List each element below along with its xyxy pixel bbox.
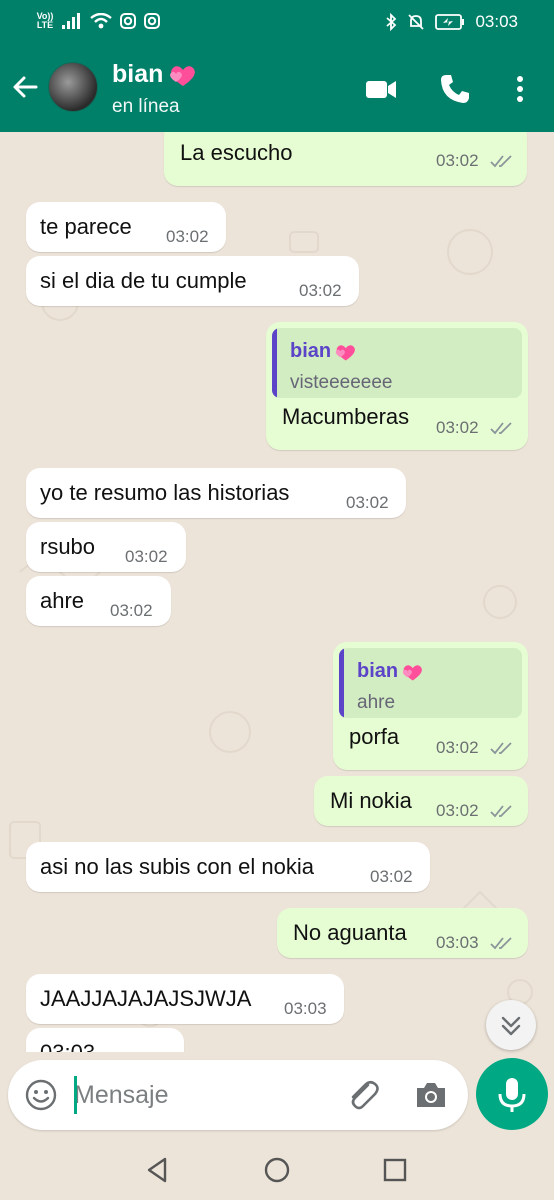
- quote-text: visteeeeeee: [290, 372, 393, 393]
- message-text: La escucho: [180, 140, 293, 165]
- message-input[interactable]: [74, 1074, 334, 1116]
- heart-emoji-icon: [170, 65, 196, 86]
- status-bar: Vo)) LTE 03:03: [0, 0, 554, 46]
- mute-bell-icon: [408, 14, 425, 30]
- message-time: 03:02: [436, 738, 479, 757]
- message-text: JAAJJAJAJAJSJWJA: [40, 986, 252, 1011]
- voice-message-button[interactable]: [476, 1058, 548, 1130]
- contact-name[interactable]: bian: [112, 60, 197, 89]
- status-bar-left: Vo)) LTE: [36, 12, 160, 30]
- message-text: ahre: [40, 588, 85, 613]
- system-navigation-bar: [0, 1140, 554, 1200]
- attach-icon[interactable]: [344, 1076, 382, 1114]
- read-ticks-icon: [490, 937, 512, 950]
- instagram-icon: [120, 13, 136, 29]
- video-call-icon[interactable]: [364, 72, 398, 106]
- message-time: 03:02: [346, 493, 389, 512]
- message-text: 03:03: [40, 1040, 95, 1052]
- contact-status: en línea: [112, 96, 180, 117]
- mic-icon: [498, 1078, 526, 1112]
- quoted-message[interactable]: bian visteeeeeee: [272, 328, 522, 398]
- camera-icon[interactable]: [412, 1076, 450, 1114]
- phone-icon[interactable]: [438, 72, 472, 106]
- instagram-icon: [144, 13, 160, 29]
- quote-bar: [339, 648, 344, 718]
- scroll-to-bottom-button[interactable]: [486, 1000, 536, 1050]
- read-ticks-icon: [490, 422, 512, 435]
- wifi-icon: [90, 13, 112, 29]
- message-text: te parece: [40, 214, 132, 239]
- message-text: porfa: [349, 724, 400, 749]
- message-time: 03:03: [436, 933, 479, 952]
- quote-bar: [272, 328, 277, 398]
- message-bubble[interactable]: si el dia de tu cumple 03:02: [26, 256, 359, 306]
- message-bubble[interactable]: Mi nokia 03:02: [314, 776, 528, 826]
- nav-back-icon[interactable]: [143, 1155, 173, 1185]
- message-text: No aguanta: [293, 920, 407, 945]
- chat-header: Vo)) LTE 03:03 bian en línea: [0, 0, 554, 132]
- message-time: 03:02: [436, 151, 479, 170]
- scroll-down-icon: [501, 1016, 521, 1036]
- bluetooth-icon: [386, 13, 397, 31]
- lte-label: LTE: [36, 20, 54, 30]
- read-ticks-icon: [490, 742, 512, 755]
- back-arrow-icon[interactable]: [10, 72, 40, 102]
- emoji-icon[interactable]: [24, 1078, 58, 1112]
- status-time: 03:03: [475, 12, 518, 31]
- nav-recents-icon[interactable]: [380, 1155, 410, 1185]
- message-text: Mi nokia: [330, 788, 412, 813]
- message-bubble[interactable]: 03:03: [26, 1028, 184, 1052]
- message-time: 03:02: [166, 227, 209, 246]
- message-time: 03:02: [370, 867, 413, 886]
- message-bubble[interactable]: No aguanta 03:03: [277, 908, 528, 958]
- message-time: 03:02: [110, 601, 153, 620]
- message-time: 03:02: [436, 418, 479, 437]
- message-composer: [8, 1060, 468, 1130]
- message-time: 03:02: [299, 281, 342, 300]
- volte-indicator: Vo)) LTE: [36, 12, 54, 30]
- quote-author: bian: [290, 340, 357, 363]
- message-bubble[interactable]: bian visteeeeeee Macumberas 03:02: [266, 322, 528, 450]
- message-time: 03:02: [125, 547, 168, 566]
- quote-text: ahre: [357, 692, 396, 713]
- nav-home-icon[interactable]: [262, 1155, 292, 1185]
- message-text: Macumberas: [282, 404, 410, 429]
- message-bubble[interactable]: asi no las subis con el nokia 03:02: [26, 842, 430, 892]
- quote-author-name: bian: [290, 340, 332, 362]
- heart-emoji-icon: [402, 664, 423, 680]
- message-text: rsubo: [40, 534, 96, 559]
- message-bubble[interactable]: JAAJJAJAJAJSJWJA 03:03: [26, 974, 344, 1024]
- signal-icon: [62, 13, 80, 29]
- more-options-icon[interactable]: [503, 72, 537, 106]
- status-bar-right: 03:03: [385, 12, 518, 32]
- read-ticks-icon: [490, 155, 512, 168]
- message-text: yo te resumo las historias: [40, 480, 290, 505]
- heart-emoji-icon: [335, 344, 356, 360]
- message-bubble[interactable]: yo te resumo las historias 03:02: [26, 468, 406, 518]
- app-bar: bian en línea: [0, 46, 554, 132]
- quote-author-name: bian: [357, 660, 399, 682]
- text-caret: [74, 1076, 77, 1114]
- message-text: asi no las subis con el nokia: [40, 854, 314, 879]
- message-bubble[interactable]: rsubo 03:02: [26, 522, 186, 572]
- quote-author: bian: [357, 660, 424, 683]
- message-bubble[interactable]: ahre 03:02: [26, 576, 171, 626]
- message-time: 03:03: [284, 999, 327, 1018]
- quoted-message[interactable]: bian ahre: [339, 648, 522, 718]
- battery-icon: [435, 14, 465, 30]
- chat-area[interactable]: La escucho 03:02 te parece 03:02 si el d…: [0, 132, 554, 1052]
- message-bubble[interactable]: bian ahre porfa 03:02: [333, 642, 528, 770]
- message-text: si el dia de tu cumple: [40, 268, 247, 293]
- message-bubble[interactable]: La escucho 03:02: [164, 132, 527, 186]
- contact-name-text: bian: [112, 60, 164, 88]
- contact-avatar[interactable]: [48, 62, 98, 112]
- message-time: 03:02: [436, 801, 479, 820]
- message-bubble[interactable]: te parece 03:02: [26, 202, 226, 252]
- read-ticks-icon: [490, 805, 512, 818]
